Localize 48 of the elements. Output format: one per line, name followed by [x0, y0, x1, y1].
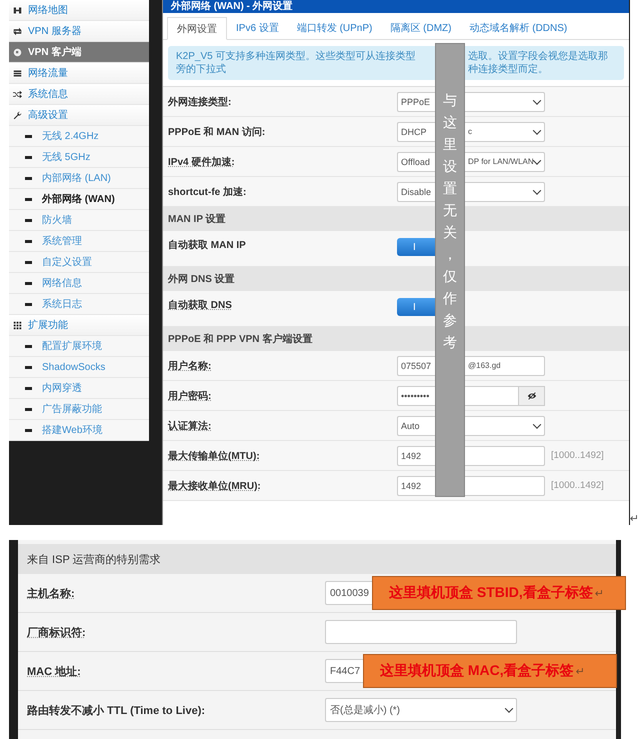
sidebar-item[interactable]: 自定义设置: [9, 252, 149, 273]
dropdown[interactable]: 否(总是减小) (*): [325, 698, 517, 722]
field-label: IPv4 硬件加速:: [168, 156, 236, 168]
tab[interactable]: 隔离区 (DMZ): [381, 17, 460, 39]
sidebar-item[interactable]: 配置扩展环境: [9, 336, 149, 357]
return-mark: ↵: [630, 512, 639, 525]
field-label: shortcut-fe 加速:: [168, 186, 248, 198]
callout-tooltip: 这里填机顶盒 STBID,看盒子标签↵: [372, 576, 626, 610]
sidebar-item[interactable]: 无线 2.4GHz: [9, 126, 149, 147]
sidebar-item[interactable]: 内网穿透: [9, 378, 149, 399]
sidebar-item[interactable]: 内部网络 (LAN): [9, 168, 149, 189]
field-label: PPPoE 和 MAN 访问:: [168, 125, 266, 138]
field-label: MAC 地址:: [27, 664, 82, 678]
field-label: 厂商标识符:: [27, 626, 87, 640]
sidebar-item[interactable]: 外部网络 (WAN): [9, 189, 149, 210]
section-title: PPPoE 和 PPP VPN 客户端设置: [168, 332, 312, 346]
field-label: 用户密码:: [168, 389, 212, 402]
field-label: 外网连接类型:: [168, 96, 232, 108]
sidebar-item[interactable]: VPN 客户端: [9, 42, 149, 63]
sidebar-item[interactable]: 无线 5GHz: [9, 147, 149, 168]
field-label: 最大传输单位(MTU):: [168, 450, 261, 462]
note-tooltip: 与这里设置无关，仅作参考: [435, 43, 465, 497]
section-title: MAN IP 设置: [168, 212, 226, 226]
sidebar-item[interactable]: ShadowSocks: [9, 357, 149, 378]
tab[interactable]: 外网设置: [167, 17, 227, 40]
range-hint: [1000..1492]: [551, 450, 604, 461]
sidebar-item[interactable]: 广告屏蔽功能: [9, 399, 149, 420]
sidebar-item[interactable]: 防火墙: [9, 210, 149, 231]
field-label: 路由转发不减小 TTL (Time to Live):: [27, 704, 206, 718]
field-label: 最大接收单位(MRU):: [168, 480, 262, 492]
section-title: 来自 ISP 运营商的特别需求: [27, 552, 161, 566]
info-message: K2P_V5 可支持多种连网类型。这些类型可从连接类型旁的下拉式 选取。设置字段会视您是选取那种连接类型而定。: [168, 46, 624, 80]
section-title: 外网 DNS 设置: [168, 272, 235, 286]
field-label: 自动获取 DNS: [168, 298, 233, 312]
field-label: 自动获取 MAN IP: [168, 238, 247, 252]
field-label: 用户名称:: [168, 359, 212, 372]
field-label: 主机名称:: [27, 586, 76, 600]
field-label: 认证算法:: [168, 420, 212, 432]
sidebar-item[interactable]: 系统日志: [9, 294, 149, 315]
sidebar-item[interactable]: 搭建Web环境: [9, 420, 149, 441]
tab[interactable]: IPv6 设置: [227, 17, 288, 39]
panel-title: 外部网络 (WAN) - 外网设置: [163, 0, 629, 13]
sidebar-item[interactable]: 网络信息: [9, 273, 149, 294]
sidebar-item[interactable]: 系统管理: [9, 231, 149, 252]
tab[interactable]: 端口转发 (UPnP): [288, 17, 382, 39]
range-hint: [1000..1492]: [551, 480, 604, 491]
tab[interactable]: 动态域名解析 (DDNS): [460, 17, 576, 39]
callout-tooltip: 这里填机顶盒 MAC,看盒子标签↵: [363, 654, 617, 688]
